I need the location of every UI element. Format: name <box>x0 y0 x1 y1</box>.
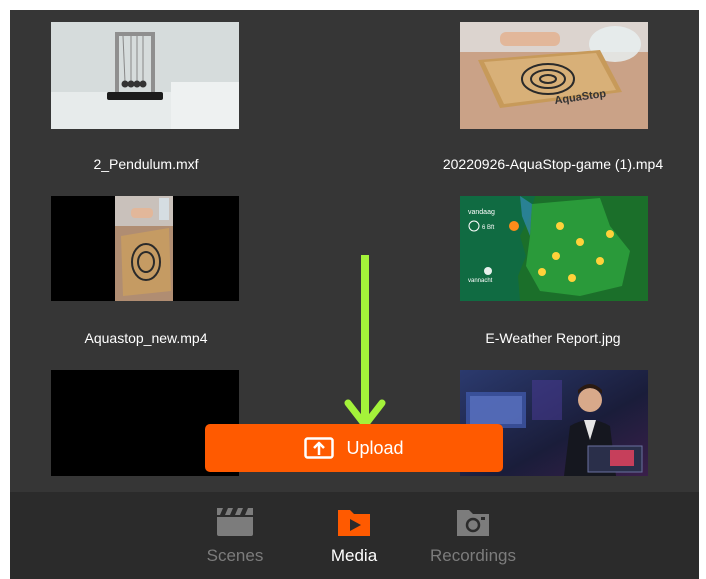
nav-label: Media <box>330 546 378 565</box>
nav-label: Scenes <box>206 546 264 565</box>
weather-label: vandaag <box>468 209 495 216</box>
bottom-nav: Scenes Media Recordings <box>10 492 699 579</box>
media-thumbnail <box>51 22 239 129</box>
upload-button-label: Upload <box>346 437 404 458</box>
media-thumbnail: vandaag 6 Bft vannacht <box>460 196 648 301</box>
media-filename: 2_Pendulum.mxf <box>93 156 199 172</box>
media-panel: 2_Pendulum.mxf AquaStop 20220926-AquaSto… <box>10 10 699 579</box>
nav-label: Recordings <box>430 546 516 565</box>
nav-item-media[interactable]: Media <box>299 506 409 576</box>
media-filename: 20220926-AquaStop-game (1).mp4 <box>442 156 664 172</box>
annotation-arrow <box>344 255 386 429</box>
weather-day: vannacht <box>468 278 493 284</box>
media-item-weather-report[interactable]: vandaag 6 Bft vannacht E-Weather Report.… <box>410 196 696 346</box>
clapperboard-icon <box>217 508 253 536</box>
upload-button[interactable]: Upload <box>205 424 503 472</box>
upload-icon <box>304 437 335 459</box>
media-thumbnail <box>51 196 239 301</box>
media-filename: E-Weather Report.jpg <box>485 330 621 346</box>
media-filename: Aquastop_new.mp4 <box>84 330 208 346</box>
media-play-icon <box>338 510 370 536</box>
nav-item-recordings[interactable]: Recordings <box>418 506 528 576</box>
media-item-aquastop-new[interactable]: Aquastop_new.mp4 <box>48 196 244 346</box>
camera-icon <box>457 510 489 536</box>
weather-wind: 6 Bft <box>482 225 495 231</box>
media-item-pendulum[interactable]: 2_Pendulum.mxf <box>48 22 244 172</box>
media-item-aquastop-game[interactable]: AquaStop 20220926-AquaStop-game (1).mp4 <box>410 22 696 172</box>
media-thumbnail: AquaStop <box>460 22 648 129</box>
nav-item-scenes[interactable]: Scenes <box>180 506 290 576</box>
